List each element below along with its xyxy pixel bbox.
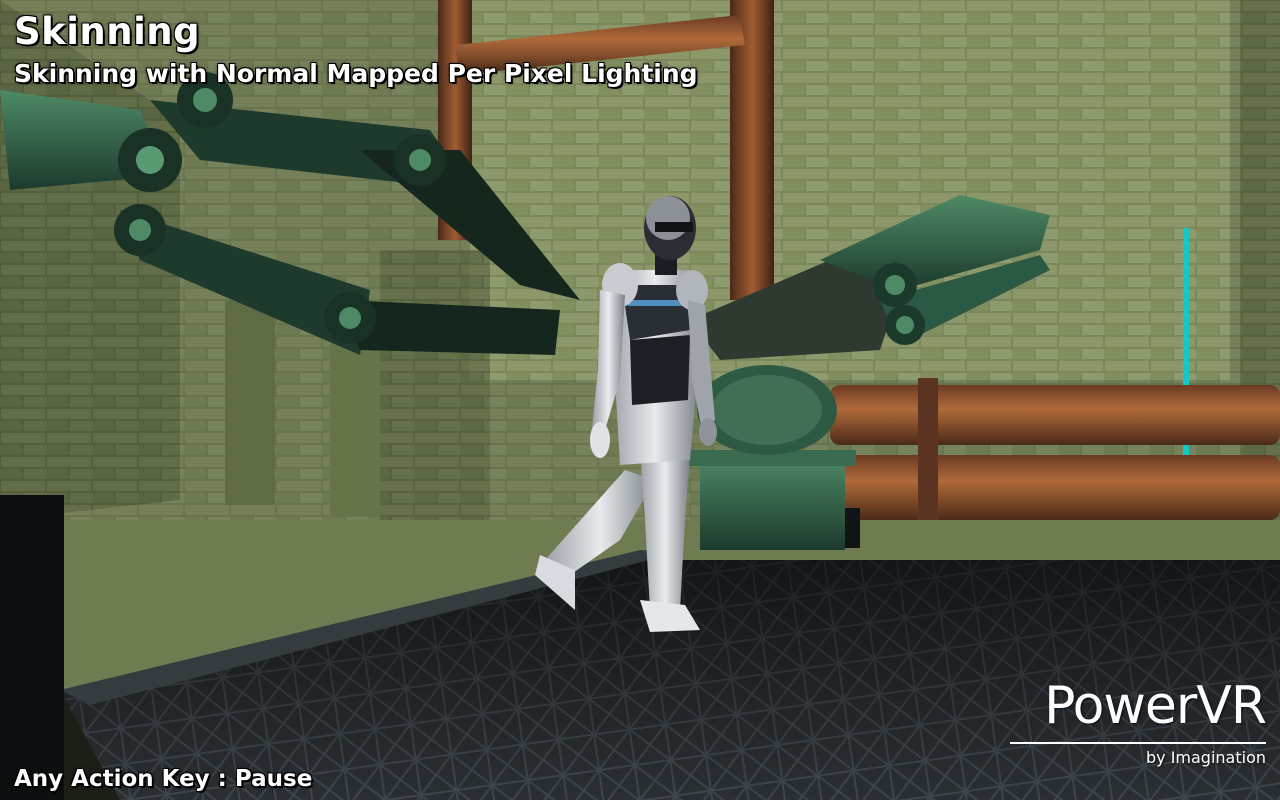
demo-title: Skinning — [14, 10, 201, 53]
controls-hint: Any Action Key : Pause — [14, 766, 313, 792]
rust-pipe-horizontal — [830, 455, 1280, 520]
powervr-logo: PowerVR by Imagination — [1010, 676, 1267, 772]
pillar — [225, 300, 275, 505]
demo-subtitle: Skinning with Normal Mapped Per Pixel Li… — [14, 59, 698, 88]
foreground-block — [0, 495, 64, 800]
logo-brand-text: PowerVR — [1044, 676, 1267, 736]
render-viewport[interactable]: Skinning Skinning with Normal Mapped Per… — [0, 0, 1280, 800]
rust-pipe-horizontal — [830, 385, 1280, 445]
logo-tagline: by Imagination — [1145, 748, 1266, 767]
logo-divider — [1010, 742, 1266, 744]
